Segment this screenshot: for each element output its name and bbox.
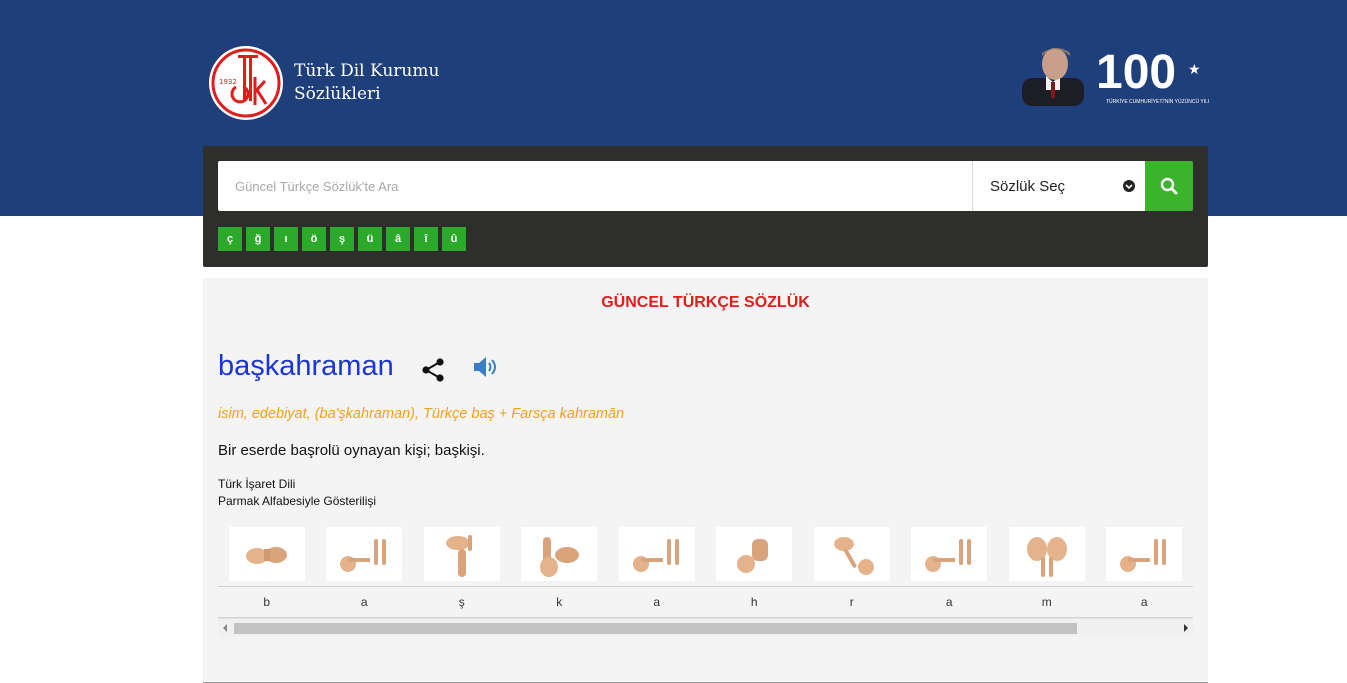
special-char-row: ç ğ ı ö ş ü â î û — [218, 227, 470, 251]
hand-sign-r-icon — [813, 527, 890, 581]
entry-content: GÜNCEL TÜRKÇE SÖZLÜK başkahraman isim, e… — [203, 278, 1208, 683]
sign-letter: b — [263, 595, 271, 609]
sign-letter: h — [750, 595, 758, 609]
sign-letter: a — [360, 595, 368, 609]
dictionary-select-label: Sözlük Seç — [990, 177, 1066, 195]
sign-language-title: Türk İşaret Dili — [218, 477, 296, 491]
centennial-caption: TÜRKİYE CUMHURİYETİ'NİN YÜZÜNCÜ YILI — [1106, 98, 1209, 105]
tdk-logo-icon: 1932 — [209, 46, 283, 120]
char-button-dotless-i[interactable]: ı — [274, 227, 298, 251]
char-button-i-circumflex[interactable]: î — [414, 227, 438, 251]
scroll-left-arrow-icon[interactable] — [223, 624, 227, 632]
sign-letter: r — [849, 595, 854, 609]
chevron-down-icon — [1123, 180, 1135, 192]
sign-language-subtitle: Parmak Alfabesiyle Gösterilişi — [218, 494, 377, 508]
char-button-u-circumflex[interactable]: û — [442, 227, 466, 251]
dictionary-title: GÜNCEL TÜRKÇE SÖZLÜK — [601, 294, 810, 311]
hand-sign-a-icon — [911, 527, 988, 581]
sign-alphabet-table: b a ş k a h r a m a — [218, 523, 1193, 618]
hand-sign-b-icon — [228, 527, 305, 581]
sign-letter: k — [556, 595, 563, 609]
hand-sign-k-icon — [521, 527, 598, 581]
sign-letter: a — [1140, 595, 1148, 609]
sign-letter: ş — [458, 595, 465, 609]
star-icon: ★ — [1188, 62, 1201, 78]
svg-text:1932: 1932 — [219, 78, 237, 86]
tdk-logo-link[interactable]: 1932 Türk Dil Kurumu Sözlükleri — [208, 45, 439, 121]
char-button-c-cedilla[interactable]: ç — [218, 227, 242, 251]
hand-sign-a-icon — [326, 527, 403, 581]
char-button-g-breve[interactable]: ğ — [246, 227, 270, 251]
scrollbar-thumb[interactable] — [234, 623, 1077, 634]
speaker-icon[interactable] — [473, 356, 499, 378]
ataturk-portrait-icon — [1022, 48, 1084, 106]
search-input[interactable] — [218, 161, 972, 211]
search-button[interactable] — [1145, 161, 1193, 211]
share-icon[interactable] — [421, 357, 445, 383]
scroll-right-arrow-icon[interactable] — [1184, 624, 1188, 632]
site-title-line1: Türk Dil Kurumu — [294, 61, 440, 81]
centennial-logo: 100 ★ TÜRKİYE CUMHURİYETİ'NİN YÜZÜNCÜ YI… — [1022, 46, 1209, 106]
centennial-number: 100 — [1096, 46, 1176, 99]
hand-sign-a-icon — [618, 527, 695, 581]
headword: başkahraman — [218, 350, 394, 382]
search-icon — [1160, 177, 1178, 195]
char-button-s-cedilla[interactable]: ş — [330, 227, 354, 251]
meaning-text: Bir eserde başrolü oynayan kişi; başkişi… — [218, 442, 485, 459]
search-box — [218, 161, 972, 211]
search-panel: Sözlük Seç ç ğ ı ö ş ü â î û — [203, 146, 1208, 267]
char-button-a-circumflex[interactable]: â — [386, 227, 410, 251]
grammar-info: isim, edebiyat, (ba'şkahraman), Türkçe b… — [218, 406, 625, 422]
hand-sign-a-icon — [1106, 527, 1183, 581]
hand-sign-m-icon — [1008, 527, 1085, 581]
sign-letter: a — [653, 595, 661, 609]
dictionary-select[interactable]: Sözlük Seç — [972, 161, 1145, 211]
hand-sign-h-icon — [716, 527, 793, 581]
sign-language-heading: Türk İşaret Dili Parmak Alfabesiyle Göst… — [218, 476, 376, 510]
char-button-u-umlaut[interactable]: ü — [358, 227, 382, 251]
sign-letter: m — [1041, 595, 1052, 609]
site-title-line2: Sözlükleri — [294, 84, 381, 104]
sign-letter: a — [945, 595, 953, 609]
horizontal-scrollbar[interactable] — [218, 618, 1193, 636]
char-button-o-umlaut[interactable]: ö — [302, 227, 326, 251]
hand-sign-s-cedilla-icon — [423, 527, 500, 581]
